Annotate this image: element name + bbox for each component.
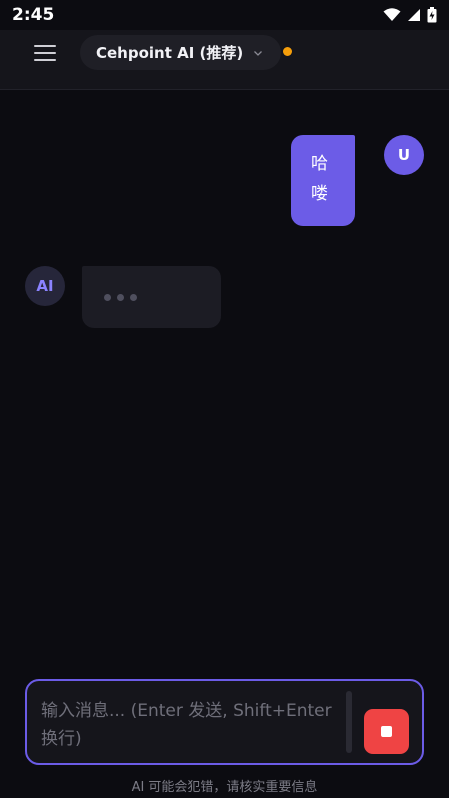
chevron-down-icon (254, 50, 263, 56)
user-avatar: U (384, 135, 424, 175)
status-icons (383, 7, 437, 23)
model-selector[interactable]: Cehpoint AI (推荐) (80, 35, 282, 70)
status-bar: 2:45 (0, 0, 449, 30)
message-line: 哈 (311, 154, 328, 174)
menu-icon[interactable] (34, 42, 56, 64)
user-message-bubble: 哈 喽 (291, 135, 355, 226)
disclaimer-text: AI 可能会犯错，请核实重要信息 (131, 780, 318, 795)
ai-typing-bubble (82, 266, 221, 328)
status-time: 2:45 (12, 5, 55, 25)
message-line: 喽 (311, 184, 328, 204)
wifi-icon (383, 8, 401, 21)
typing-dot (130, 293, 137, 301)
typing-dot (117, 293, 124, 301)
app-header: Cehpoint AI (推荐) (0, 30, 449, 90)
model-name: Cehpoint AI (推荐) (96, 44, 244, 62)
ai-avatar: AI (25, 266, 65, 306)
stop-button[interactable] (364, 709, 409, 754)
stop-icon (381, 726, 392, 737)
message-input[interactable]: 输入消息... (Enter 发送, Shift+Enter 换行) (41, 697, 336, 753)
battery-icon (427, 7, 437, 23)
message-composer: 输入消息... (Enter 发送, Shift+Enter 换行) (25, 679, 424, 765)
input-scrollbar[interactable] (346, 691, 352, 753)
connection-status-dot (283, 47, 292, 56)
typing-dot (104, 293, 111, 301)
signal-icon (408, 9, 420, 21)
